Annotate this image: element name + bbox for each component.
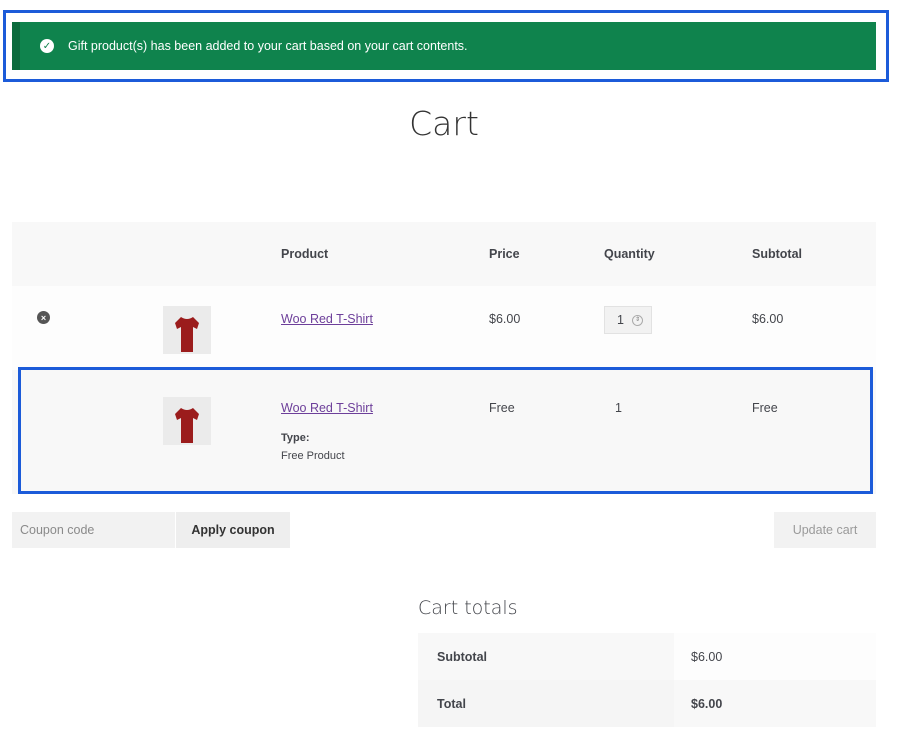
notice-message: Gift product(s) has been added to your c… (68, 39, 468, 53)
header-quantity: Quantity (604, 247, 655, 261)
subtotal-value: $6.00 (674, 633, 876, 680)
quantity-stepper[interactable]: 1 ⇕ (604, 306, 652, 334)
remove-item-icon[interactable]: × (37, 311, 50, 324)
product-link[interactable]: Woo Red T-Shirt (281, 312, 373, 326)
subtotal-label: Subtotal (418, 633, 674, 680)
gift-row-highlight-outline (18, 367, 873, 494)
apply-coupon-button[interactable]: Apply coupon (176, 512, 290, 548)
totals-row-total: Total $6.00 (418, 680, 876, 727)
table-header: Product Price Quantity Subtotal (12, 222, 876, 286)
update-cart-button[interactable]: Update cart (774, 512, 876, 548)
gift-added-notice: ✓ Gift product(s) has been added to your… (12, 22, 876, 70)
table-row: × Woo Red T-Shirt $6.00 1 ⇕ $6.00 (12, 286, 876, 370)
header-product: Product (281, 247, 329, 261)
coupon-input[interactable]: Coupon code (12, 512, 175, 548)
check-circle-icon: ✓ (40, 39, 54, 53)
product-thumbnail[interactable] (163, 306, 211, 354)
cart-totals-table: Subtotal $6.00 Total $6.00 (418, 633, 876, 727)
totals-row-subtotal: Subtotal $6.00 (418, 633, 876, 680)
spinner-arrows-icon[interactable]: ⇕ (631, 314, 643, 326)
item-price: $6.00 (489, 312, 521, 326)
item-subtotal: $6.00 (752, 312, 784, 326)
quantity-value: 1 (617, 313, 624, 327)
total-label: Total (418, 680, 674, 727)
tshirt-icon (175, 317, 199, 352)
total-value: $6.00 (674, 680, 876, 727)
cart-totals-title: Cart totals (418, 597, 518, 619)
page-title: Cart (409, 104, 479, 143)
header-price: Price (489, 247, 520, 261)
header-subtotal: Subtotal (752, 247, 802, 261)
